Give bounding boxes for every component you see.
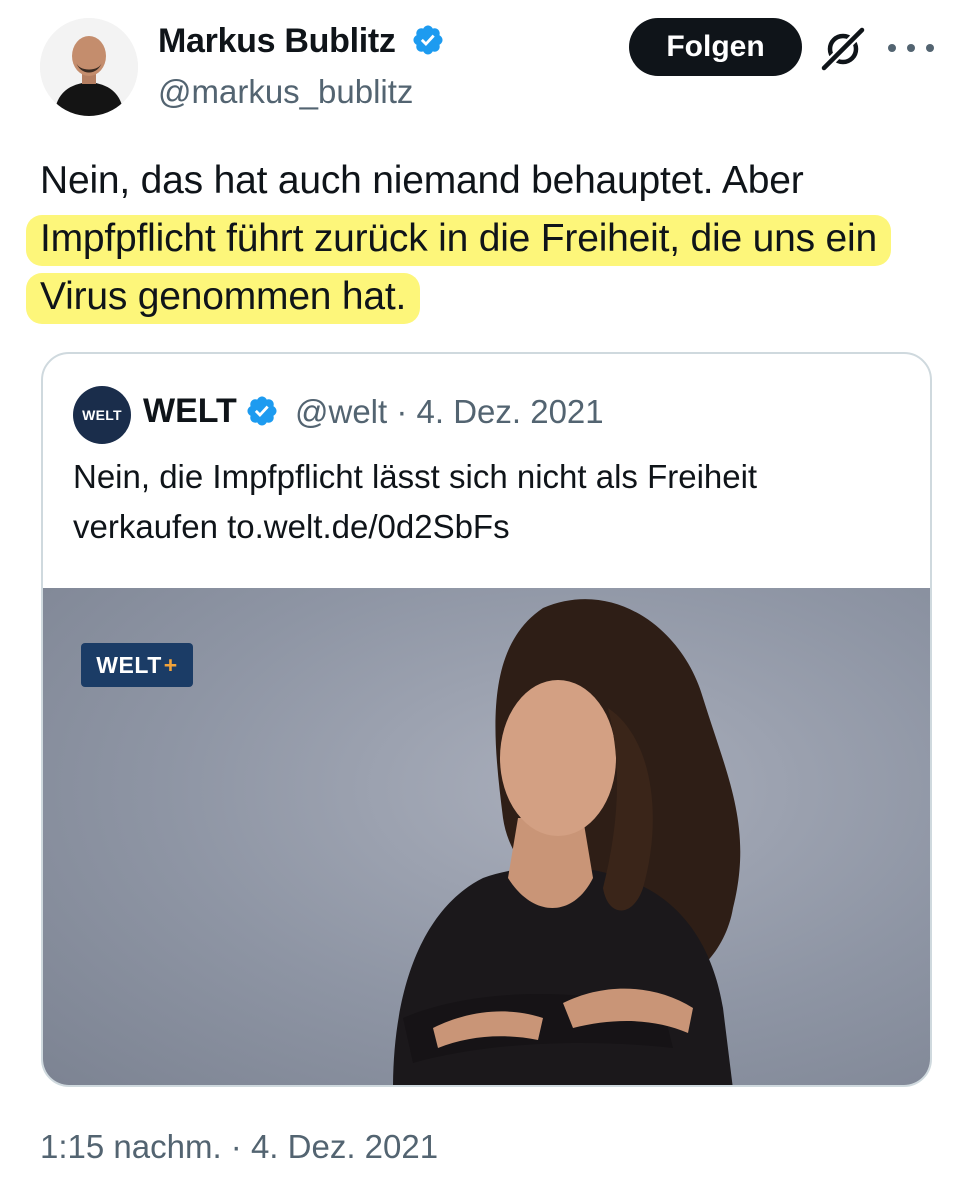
quoted-tweet-image[interactable]: WELT + xyxy=(43,588,930,1085)
tweet-text: Nein, das hat auch niemand behauptet. Ab… xyxy=(26,152,940,326)
quoted-author-avatar[interactable]: WELT xyxy=(73,386,131,444)
author-handle[interactable]: @markus_bublitz xyxy=(158,73,413,111)
quoted-tweet-text: Nein, die Impfpflicht lässt sich nicht a… xyxy=(73,458,758,545)
verified-badge-icon xyxy=(413,25,443,55)
author-avatar[interactable] xyxy=(40,18,138,116)
quoted-handle-date: @welt · 4. Dez. 2021 xyxy=(295,393,604,430)
quoted-author-name[interactable]: WELT xyxy=(143,392,237,431)
tweet-text-plain: Nein, das hat auch niemand behauptet. Ab… xyxy=(40,159,804,202)
grok-icon[interactable] xyxy=(820,26,866,72)
more-options-icon[interactable] xyxy=(888,30,934,66)
tweet-text-highlighted: Impfpflicht führt zurück in die Freiheit… xyxy=(26,215,891,324)
author-name[interactable]: Markus Bublitz xyxy=(158,22,445,61)
avatar-photo xyxy=(40,18,138,116)
tweet-timestamp[interactable]: 1:15 nachm. · 4. Dez. 2021 xyxy=(40,1128,438,1166)
quoted-tweet-card[interactable]: WELT WELT @welt · 4. Dez. 2021 Nein, die… xyxy=(41,352,932,1087)
portrait-photo xyxy=(393,599,741,1085)
verified-badge-icon xyxy=(247,396,277,426)
follow-button[interactable]: Folgen xyxy=(629,18,802,76)
welt-plus-badge: WELT + xyxy=(81,643,193,687)
